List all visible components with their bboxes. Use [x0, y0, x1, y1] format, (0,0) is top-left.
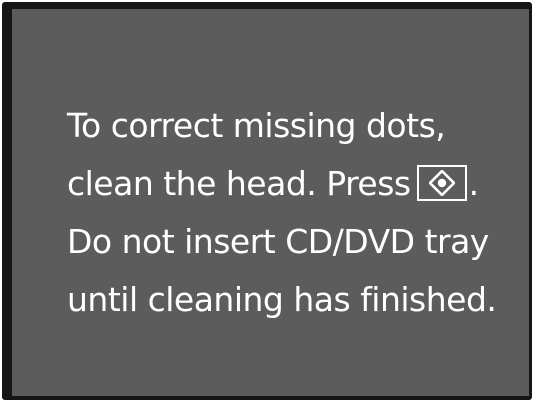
message-line-3: Do not insert CD/DVD tray — [67, 222, 489, 261]
start-button-icon — [416, 165, 467, 201]
message-line-2-period: . — [468, 164, 480, 203]
lcd-screen: To correct missing dots, clean the head.… — [12, 9, 529, 396]
head-cleaning-message: To correct missing dots, clean the head.… — [67, 97, 497, 329]
message-line-2: clean the head. Press. — [67, 155, 496, 213]
message-line-1: To correct missing dots, — [67, 106, 446, 145]
start-diamond-glyph — [428, 170, 455, 196]
message-line-4: until cleaning has finished. — [67, 280, 497, 319]
message-line-2-text: clean the head. Press — [67, 164, 411, 203]
lcd-frame: To correct missing dots, clean the head.… — [2, 2, 532, 400]
